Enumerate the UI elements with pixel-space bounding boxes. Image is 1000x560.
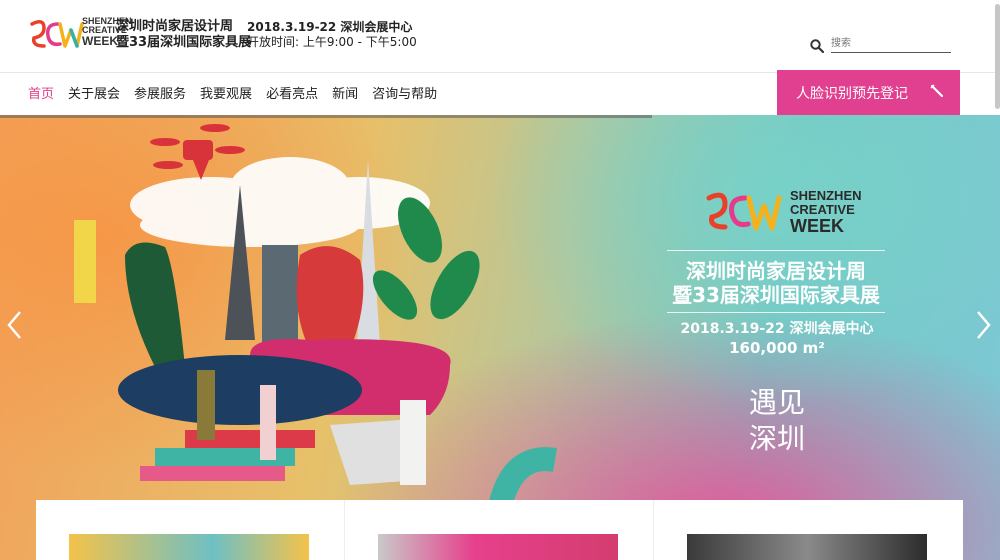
chevron-left-icon[interactable] — [4, 308, 26, 342]
cloud-shape — [130, 157, 430, 247]
hero-slogan-line2: 深圳 — [748, 422, 805, 455]
hero-slogan: 遇见 深圳 — [735, 385, 819, 457]
hero-title: 深圳时尚家居设计周 暨33届深圳国际家具展 — [660, 259, 892, 307]
step-pink-shape — [140, 466, 285, 481]
nav-item-exhibitor-services[interactable]: 参展服务 — [134, 83, 186, 102]
nav-list: 首页 关于展会 参展服务 我要观展 必看亮点 新闻 咨询与帮助 — [28, 83, 451, 102]
nav-item-help[interactable]: 咨询与帮助 — [372, 83, 437, 102]
site-header: SHENZHEN CREATIVE WEEK 深圳时尚家居设计周 暨33届深圳国… — [0, 0, 1000, 72]
hero-area: 160,000 m² — [729, 339, 825, 357]
card-image — [378, 534, 618, 560]
feature-card[interactable] — [36, 500, 345, 560]
card-image — [69, 534, 309, 560]
figure-shape — [260, 385, 276, 460]
feature-card[interactable] — [345, 500, 654, 560]
event-info: 2018.3.19-22 深圳会展中心 开放时间: 上午9:00 - 下午5:0… — [247, 20, 417, 50]
search-input[interactable] — [831, 35, 951, 53]
pencil-icon — [930, 84, 944, 98]
hero-date: 2018.3.19-22 深圳会展中心 — [680, 321, 874, 337]
hero-date-block: 2018.3.19-22 深圳会展中心 160,000 m² — [664, 320, 890, 358]
nav-item-home[interactable]: 首页 — [28, 83, 54, 102]
figure-shape — [197, 370, 215, 440]
hero-logo-subtitle: SHENZHEN CREATIVE WEEK — [790, 188, 862, 236]
hero-divider-bottom — [667, 312, 885, 313]
hero-collage-illustration — [74, 124, 557, 560]
hero-title-line2: 暨33届深圳国际家具展 — [672, 283, 880, 307]
nav-item-highlights[interactable]: 必看亮点 — [266, 83, 318, 102]
nav-item-about[interactable]: 关于展会 — [68, 83, 120, 102]
event-name: 深圳时尚家居设计周 暨33届深圳国际家具展 — [116, 19, 251, 51]
feature-card[interactable] — [654, 500, 963, 560]
column-shape — [400, 400, 426, 485]
chevron-right-icon[interactable] — [972, 308, 994, 342]
nav-item-visit[interactable]: 我要观展 — [200, 83, 252, 102]
event-name-line1: 深圳时尚家居设计周 — [116, 19, 234, 34]
scrollbar-thumb[interactable] — [995, 4, 1000, 109]
drone-shape — [150, 124, 245, 180]
hero-title-line1: 深圳时尚家居设计周 — [686, 259, 866, 283]
green-chair-shape — [125, 242, 185, 367]
hero-divider-top — [667, 250, 885, 251]
face-registration-label: 人脸识别预先登记 — [796, 85, 908, 102]
feature-cards — [36, 500, 963, 560]
event-hours: 开放时间: 上午9:00 - 下午5:00 — [247, 35, 417, 49]
blue-table-shape — [118, 355, 362, 425]
event-date: 2018.3.19-22 深圳会展中心 — [247, 20, 413, 34]
search-icon[interactable] — [810, 39, 824, 53]
yellow-bar-shape — [74, 220, 96, 303]
card-image — [687, 534, 927, 560]
face-registration-button[interactable]: 人脸识别预先登记 — [777, 70, 960, 115]
page-scrollbar[interactable] — [993, 0, 1000, 560]
hero-slogan-line1: 遇见 — [748, 386, 805, 419]
nav-item-news[interactable]: 新闻 — [332, 83, 358, 102]
main-nav: 首页 关于展会 参展服务 我要观展 必看亮点 新闻 咨询与帮助 人脸识别预先登记 — [0, 70, 1000, 115]
hero-carousel[interactable]: SHENZHEN CREATIVE WEEK 深圳时尚家居设计周 暨33届深圳国… — [0, 115, 1000, 560]
event-name-line2: 暨33届深圳国际家具展 — [116, 35, 252, 50]
hero-logo — [706, 192, 782, 231]
red-hand-shape — [296, 246, 364, 350]
